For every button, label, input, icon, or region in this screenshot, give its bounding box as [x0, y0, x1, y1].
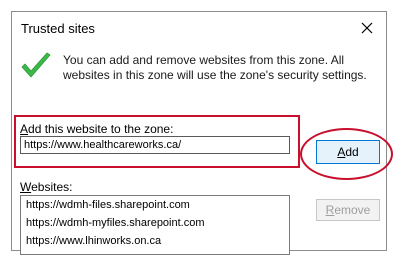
- remove-button-accesskey: R: [325, 203, 335, 217]
- title-bar: Trusted sites: [12, 12, 386, 46]
- add-button-text: dd: [345, 145, 359, 159]
- list-item[interactable]: https://www.lhinworks.on.ca: [21, 232, 289, 250]
- green-checkmark-icon: [20, 50, 52, 82]
- add-label-text: dd this website to the zone:: [28, 122, 174, 136]
- zone-info-text: You can add and remove websites from thi…: [63, 53, 367, 82]
- list-item[interactable]: https://wdmh-files.sharepoint.com: [21, 196, 289, 214]
- websites-label-text: ebsites:: [31, 180, 73, 194]
- websites-list[interactable]: https://wdmh-files.sharepoint.com https:…: [20, 195, 290, 255]
- website-url-input[interactable]: [20, 136, 290, 154]
- websites-label: Websites:: [20, 180, 72, 194]
- add-button[interactable]: Add: [316, 140, 380, 164]
- list-item[interactable]: https://wdmh-myfiles.sharepoint.com: [21, 214, 289, 232]
- close-icon[interactable]: [356, 17, 378, 39]
- add-website-label: Add this website to the zone:: [20, 122, 173, 136]
- remove-button-text: emove: [334, 203, 371, 217]
- remove-button[interactable]: Remove: [316, 199, 380, 221]
- add-label-accesskey: A: [20, 122, 29, 136]
- dialog-title: Trusted sites: [21, 21, 95, 36]
- websites-label-accesskey: W: [20, 180, 32, 194]
